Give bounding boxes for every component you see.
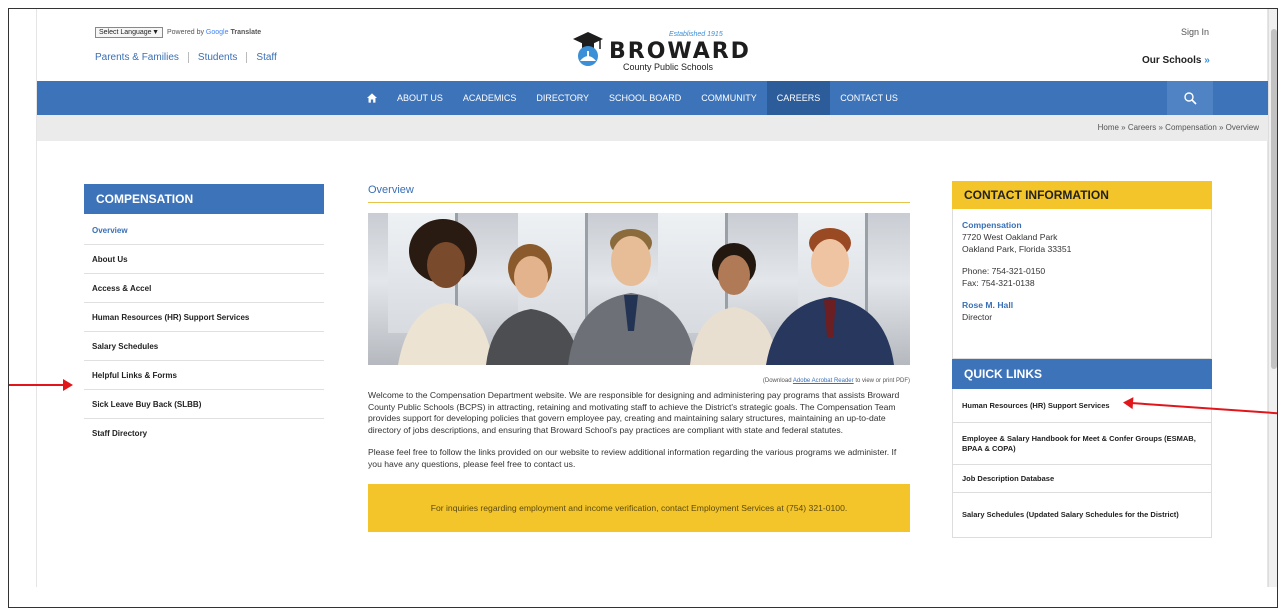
web-page: Select Language ▼ Powered by Google Tran… <box>36 9 1269 587</box>
sign-in-link[interactable]: Sign In <box>1181 27 1209 37</box>
screenshot-frame: Select Language ▼ Powered by Google Tran… <box>8 8 1278 608</box>
contact-dept[interactable]: Compensation <box>962 219 1202 231</box>
quick-link-handbook[interactable]: Employee & Salary Handbook for Meet & Co… <box>953 423 1211 465</box>
followup-paragraph: Please feel free to follow the links pro… <box>368 446 897 469</box>
sidebar-list: Overview About Us Access & Accel Human R… <box>84 216 324 448</box>
contact-role: Director <box>962 312 993 322</box>
nav-careers[interactable]: CAREERS <box>766 81 831 115</box>
sidebar-item-helpful-links[interactable]: Helpful Links & Forms <box>84 361 324 390</box>
powered-by-label: Powered by Google Translate <box>167 29 261 36</box>
right-sidebar: CONTACT INFORMATION Compensation 7720 We… <box>952 181 1212 538</box>
annotation-arrow-left <box>9 379 73 391</box>
link-parents-families[interactable]: Parents & Families <box>95 52 189 63</box>
broward-logo[interactable]: Established 1915 BROWARD County Public S… <box>571 27 749 73</box>
contact-person[interactable]: Rose M. Hall <box>962 299 1202 311</box>
language-select[interactable]: Select Language ▼ <box>95 27 163 38</box>
acrobat-reader-link[interactable]: Adobe Acrobat Reader <box>793 378 854 384</box>
nav-school-board[interactable]: SCHOOL BOARD <box>599 81 691 115</box>
quick-link-salary-schedules[interactable]: Salary Schedules (Updated Salary Schedul… <box>953 493 1211 537</box>
quick-links-list: Human Resources (HR) Support Services Em… <box>952 389 1212 538</box>
sidebar: COMPENSATION Overview About Us Access & … <box>84 184 324 448</box>
contact-fax: Fax: 754-321-0138 <box>962 278 1035 288</box>
logo-name: BROWARD <box>609 39 751 64</box>
link-students[interactable]: Students <box>189 52 248 63</box>
audience-links: Parents & Families Students Staff <box>95 52 286 63</box>
home-icon <box>367 93 377 103</box>
scrollbar-thumb[interactable] <box>1271 29 1277 369</box>
employment-notice: For inquiries regarding employment and i… <box>368 484 910 533</box>
search-button[interactable] <box>1167 81 1213 115</box>
nav-directory[interactable]: DIRECTORY <box>526 81 599 115</box>
intro-paragraph: Welcome to the Compensation Department w… <box>368 390 900 436</box>
quick-link-job-descriptions[interactable]: Job Description Database <box>953 465 1211 493</box>
powered-by-text: Powered by <box>167 29 204 36</box>
vertical-scrollbar[interactable] <box>1268 9 1277 587</box>
contact-address-2: Oakland Park, Florida 33351 <box>962 244 1072 254</box>
sidebar-item-about-us[interactable]: About Us <box>84 245 324 274</box>
contact-title: CONTACT INFORMATION <box>952 181 1212 209</box>
main-nav: ABOUT US ACADEMICS DIRECTORY SCHOOL BOAR… <box>37 81 1269 115</box>
logo-established: Established 1915 <box>669 31 723 38</box>
nav-community[interactable]: COMMUNITY <box>691 81 767 115</box>
search-icon <box>1183 91 1197 105</box>
main-content: Overview (Download Adobe Acrobat Reader … <box>368 184 910 533</box>
people-illustration <box>398 219 894 365</box>
nav-items: ABOUT US ACADEMICS DIRECTORY SCHOOL BOAR… <box>357 81 908 115</box>
contact-address-1: 7720 West Oakland Park <box>962 232 1058 242</box>
double-chevron-icon: » <box>1204 55 1210 66</box>
link-staff[interactable]: Staff <box>247 52 285 63</box>
pdf-note-suffix: to view or print PDF) <box>855 378 910 384</box>
nav-academics[interactable]: ACADEMICS <box>453 81 527 115</box>
google-wordmark: Google <box>205 29 229 36</box>
sidebar-item-salary-schedules[interactable]: Salary Schedules <box>84 332 324 361</box>
breadcrumb[interactable]: Home » Careers » Compensation » Overview <box>1098 123 1259 132</box>
our-schools-label: Our Schools <box>1142 55 1202 66</box>
language-widget: Select Language ▼ Powered by Google Tran… <box>95 27 261 38</box>
sidebar-item-staff-directory[interactable]: Staff Directory <box>84 419 324 448</box>
sidebar-item-slbb[interactable]: Sick Leave Buy Back (SLBB) <box>84 390 324 419</box>
translate-label: Translate <box>230 29 262 36</box>
staff-photo <box>368 213 910 365</box>
school-logo-icon <box>573 32 603 66</box>
sidebar-title: COMPENSATION <box>84 184 324 214</box>
nav-home[interactable] <box>357 81 387 115</box>
pdf-note: (Download Adobe Acrobat Reader to view o… <box>368 378 910 384</box>
chevron-down-icon: ▼ <box>152 29 159 36</box>
sidebar-item-access-accel[interactable]: Access & Accel <box>84 274 324 303</box>
breadcrumb-bar: Home » Careers » Compensation » Overview <box>37 115 1269 141</box>
quick-links-title: QUICK LINKS <box>952 359 1212 389</box>
page-title: Overview <box>368 184 910 203</box>
logo-subtitle: County Public Schools <box>623 62 714 72</box>
our-schools-link[interactable]: Our Schools » <box>1142 55 1210 66</box>
language-select-label: Select Language <box>99 29 152 36</box>
sidebar-item-hr-support[interactable]: Human Resources (HR) Support Services <box>84 303 324 332</box>
sidebar-item-overview[interactable]: Overview <box>84 216 324 245</box>
nav-about-us[interactable]: ABOUT US <box>387 81 453 115</box>
contact-card: Compensation 7720 West Oakland Park Oakl… <box>952 209 1212 359</box>
nav-contact-us[interactable]: CONTACT US <box>830 81 908 115</box>
contact-phone: Phone: 754-321-0150 <box>962 266 1046 276</box>
pdf-note-prefix: (Download <box>762 378 792 384</box>
